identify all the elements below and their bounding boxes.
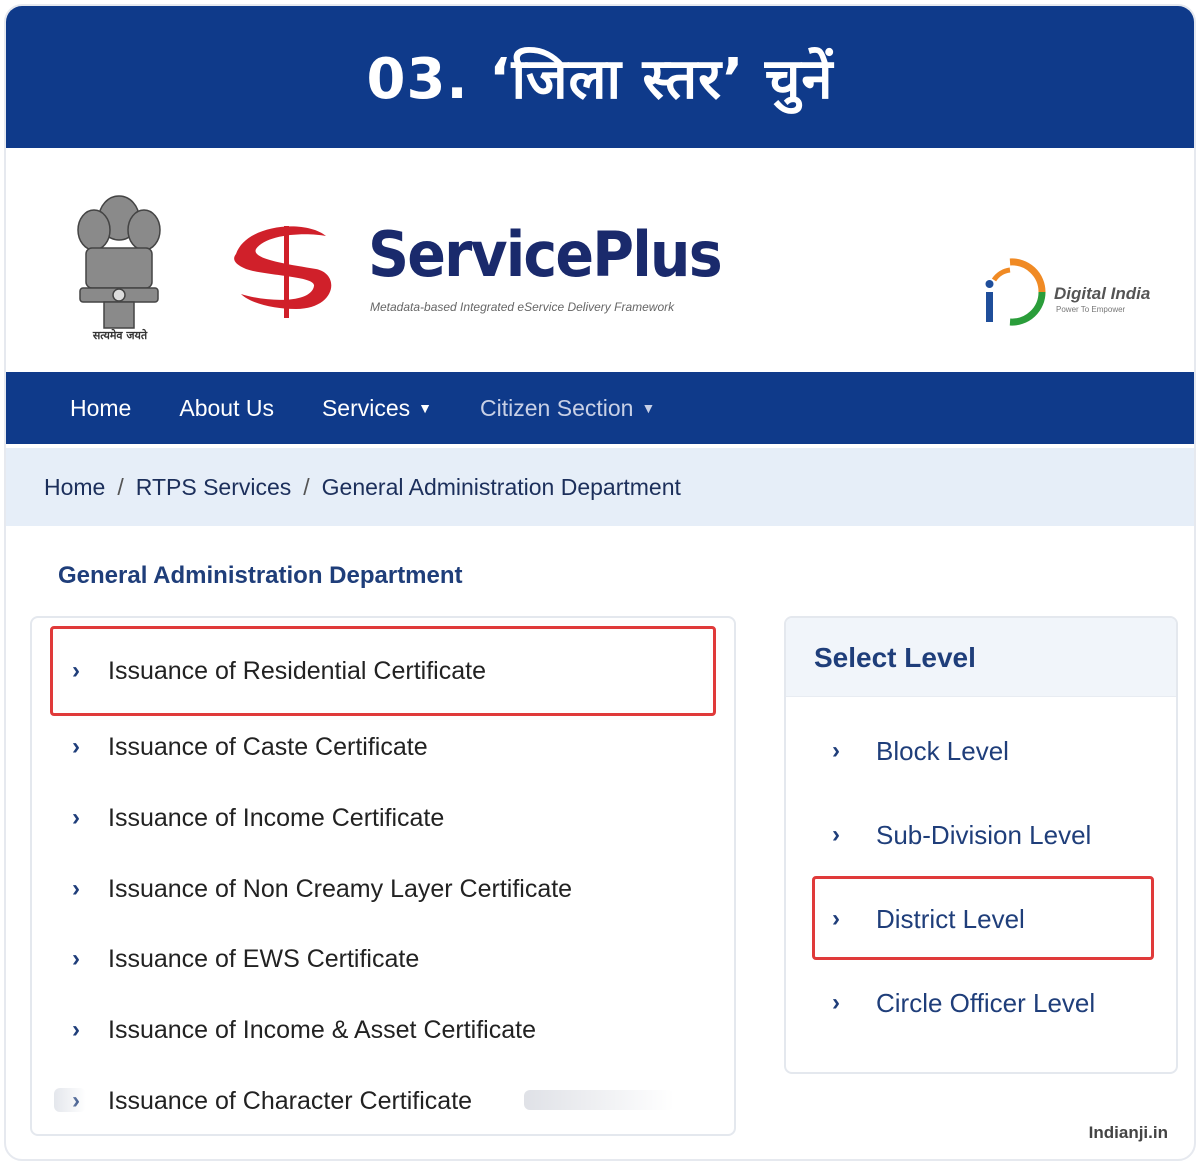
emblem-caption: सत्यमेव जयते	[92, 329, 148, 342]
level-label: District Level	[876, 903, 1025, 934]
nav-citizen-section[interactable]: Citizen Section ▼	[480, 395, 655, 422]
breadcrumb-current: General Administration Department	[321, 473, 681, 500]
nav-about-label: About Us	[179, 394, 274, 421]
level-label: Block Level	[876, 735, 1009, 766]
chevron-right-icon: ›	[832, 905, 840, 932]
watermark: Indianji.in	[1088, 1123, 1168, 1142]
level-item-sub-division[interactable]: › Sub-Division Level	[832, 810, 1091, 860]
level-label: Sub-Division Level	[876, 819, 1092, 850]
breadcrumb: Home / RTPS Services / General Administr…	[6, 448, 1194, 526]
level-panel-header: Select Level	[786, 618, 1176, 697]
level-label: Circle Officer Level	[876, 987, 1096, 1018]
nav-home[interactable]: Home	[70, 395, 131, 422]
breadcrumb-separator: /	[117, 473, 124, 500]
service-label: Issuance of Character Certificate	[108, 1086, 473, 1115]
main-nav: Home About Us Services ▼ Citizen Section…	[6, 372, 1194, 444]
nav-citizen-label: Citizen Section	[480, 394, 634, 421]
blur-overlay	[524, 1090, 674, 1110]
national-emblem-icon	[77, 195, 161, 329]
chevron-right-icon: ›	[72, 1016, 80, 1043]
digital-india-text: Digital India	[1054, 284, 1151, 303]
service-label: Issuance of Non Creamy Layer Certificate	[108, 874, 573, 903]
nav-about-us[interactable]: About Us	[179, 395, 274, 422]
chevron-right-icon: ›	[832, 989, 840, 1016]
brand-tagline: Metadata-based Integrated eService Deliv…	[370, 300, 675, 314]
service-label: Issuance of EWS Certificate	[108, 944, 420, 973]
blur-overlay	[54, 1088, 86, 1112]
level-item-block[interactable]: › Block Level	[832, 726, 1009, 776]
department-heading: General Administration Department	[58, 562, 463, 589]
level-item-circle-officer[interactable]: › Circle Officer Level	[832, 978, 1095, 1028]
step-banner: 03. ‘जिला स्तर’ चुनें	[6, 6, 1194, 148]
chevron-right-icon: ›	[72, 733, 80, 760]
service-item-character[interactable]: › Issuance of Character Certificate	[72, 1072, 472, 1130]
select-level-panel: Select Level › Block Level › Sub-Divisio…	[784, 616, 1178, 1074]
brand-header: सत्यमेव जयते ServicePlus Metadata-based …	[6, 148, 1194, 370]
page-frame: 03. ‘जिला स्तर’ चुनें सत्यमेव जयते Servi…	[4, 4, 1196, 1161]
digital-india-tagline: Power To Empower	[1056, 305, 1126, 314]
chevron-right-icon: ›	[72, 657, 80, 684]
service-item-income-asset[interactable]: › Issuance of Income & Asset Certificate	[72, 1001, 536, 1059]
nav-home-label: Home	[70, 394, 132, 421]
service-item-ews[interactable]: › Issuance of EWS Certificate	[72, 930, 419, 988]
chevron-right-icon: ›	[72, 945, 80, 972]
serviceplus-logo-icon[interactable]	[226, 214, 346, 324]
nav-services-label: Services	[321, 394, 411, 421]
service-label: Issuance of Caste Certificate	[108, 732, 428, 761]
chevron-right-icon: ›	[72, 804, 80, 831]
chevron-right-icon: ›	[832, 821, 840, 848]
chevron-right-icon: ›	[832, 737, 840, 764]
caret-down-icon: ▼	[641, 400, 656, 416]
service-item-residential[interactable]: › Issuance of Residential Certificate	[72, 642, 486, 700]
service-item-income[interactable]: › Issuance of Income Certificate	[72, 789, 444, 847]
brand-name: ServicePlus	[368, 218, 723, 291]
breadcrumb-home[interactable]: Home	[44, 474, 105, 501]
service-label: Issuance of Income Certificate	[108, 803, 445, 832]
level-panel-title: Select Level	[814, 642, 976, 673]
service-label: Issuance of Income & Asset Certificate	[108, 1015, 536, 1044]
level-item-district[interactable]: › District Level	[832, 894, 1025, 944]
chevron-right-icon: ›	[72, 875, 80, 902]
step-title: 03. ‘जिला स्तर’ चुनें	[366, 47, 834, 112]
service-item-non-creamy[interactable]: › Issuance of Non Creamy Layer Certifica…	[72, 860, 572, 918]
breadcrumb-separator: /	[303, 473, 310, 500]
nav-services[interactable]: Services ▼	[322, 395, 432, 422]
service-item-caste[interactable]: › Issuance of Caste Certificate	[72, 718, 428, 776]
breadcrumb-rtps[interactable]: RTPS Services	[136, 474, 292, 501]
digital-india-logo-icon	[985, 258, 1046, 326]
caret-down-icon: ▼	[418, 400, 433, 416]
service-label: Issuance of Residential Certificate	[108, 656, 486, 685]
service-list: › Issuance of Residential Certificate › …	[30, 616, 736, 1136]
